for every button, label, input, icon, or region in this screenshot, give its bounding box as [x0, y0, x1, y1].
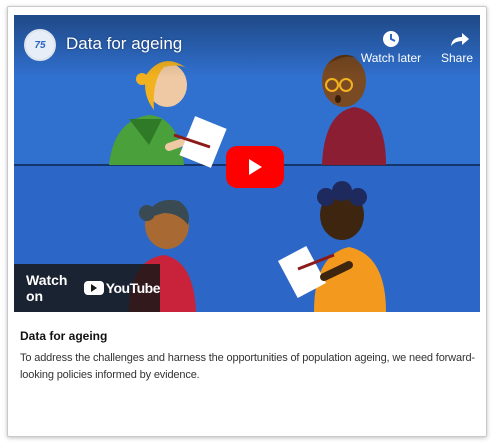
video-caption: Data for ageing To address the challenge…: [20, 329, 490, 384]
clock-icon: [383, 31, 399, 47]
video-title[interactable]: Data for ageing: [66, 34, 182, 54]
play-button[interactable]: [226, 146, 284, 188]
caption-title: Data for ageing: [20, 329, 108, 343]
video-player[interactable]: 75 Data for ageing Watch later Share Wat…: [14, 15, 480, 312]
share-label: Share: [440, 51, 474, 65]
share-arrow-icon: [451, 33, 469, 46]
youtube-play-icon: [83, 281, 104, 295]
caption-description: To address the challenges and harness th…: [20, 352, 475, 381]
share-button[interactable]: Share: [438, 29, 476, 65]
play-icon: [249, 159, 262, 175]
watch-on-label: Watch on: [26, 272, 68, 304]
channel-logo-icon[interactable]: 75: [24, 29, 56, 61]
channel-logo-text: 75: [34, 39, 46, 51]
watch-later-label: Watch later: [360, 51, 422, 65]
youtube-logo: YouTube: [83, 280, 161, 296]
youtube-wordmark: YouTube: [105, 280, 161, 296]
watch-later-button[interactable]: Watch later: [358, 29, 424, 65]
watch-on-youtube-button[interactable]: Watch on YouTube: [14, 264, 161, 312]
